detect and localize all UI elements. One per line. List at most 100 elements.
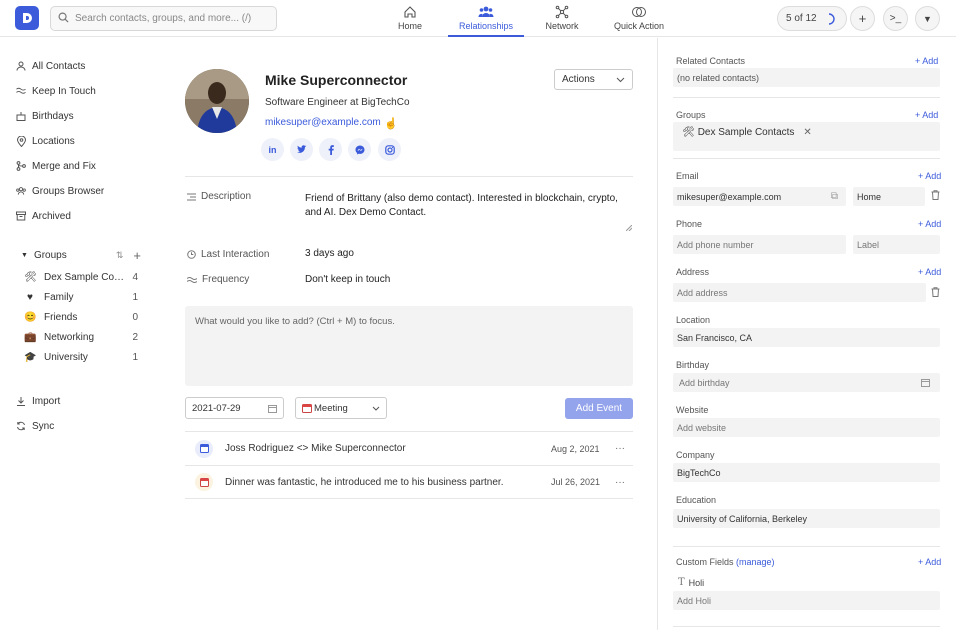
sidebar-item-locations[interactable]: Locations [16,131,75,151]
map-pin-icon [16,135,26,147]
add-group-icon[interactable]: + [133,248,141,263]
add-event-button[interactable]: Add Event [565,398,633,419]
resize-handle-icon[interactable] [626,225,632,231]
custom-fields-title: Custom Fields [676,557,734,567]
trash-icon[interactable] [931,190,940,203]
nav-home[interactable]: Home [390,5,430,37]
sidebar-item-label: All Contacts [32,60,86,72]
sidebar-item-archived[interactable]: Archived [16,206,71,226]
sidebar-item-all-contacts[interactable]: All Contacts [16,56,85,76]
related-contacts-label: Related Contacts [676,56,746,66]
groups-title: Groups [33,249,67,261]
calendar-icon [268,404,277,413]
event-row[interactable]: Dinner was fantastic, he introduced me t… [185,465,633,499]
copy-icon[interactable]: ⧉ [831,191,838,202]
group-item[interactable]: ♥ Family 1 [24,288,138,306]
instagram-icon[interactable] [378,138,401,161]
phone-label-input[interactable]: Label [853,235,940,254]
groups-field[interactable]: 🛠 Dex Sample Contacts ✕ [673,122,940,151]
contact-name[interactable]: Mike Superconnector [265,72,407,88]
divider [185,176,633,177]
frequency-value[interactable]: Don't keep in touch [305,274,390,285]
search-box[interactable] [50,6,277,31]
groups-label: Groups [676,110,706,120]
sidebar-item-merge-and-fix[interactable]: Merge and Fix [16,156,96,176]
group-item[interactable]: 🛠 Dex Sample Cont... 4 [24,268,138,286]
location-label: Location [676,315,711,325]
briefcase-icon: 💼 [24,331,37,343]
sidebar-item-birthdays[interactable]: Birthdays [16,106,74,126]
sidebar-item-sync[interactable]: Sync [16,416,54,436]
menu-button[interactable]: ▼ [915,6,940,31]
event-type-select[interactable]: Meeting [295,397,387,419]
email-label: Email [676,171,699,181]
email-type-input[interactable]: Home [853,187,925,206]
custom-field-holi-input[interactable]: Add Holi [673,591,940,610]
more-options-icon[interactable]: ··· [607,477,633,488]
add-email-button[interactable]: + Add [918,171,941,181]
command-button[interactable]: >_ [883,6,908,31]
facebook-icon[interactable] [319,138,342,161]
website-input[interactable]: Add website [673,418,940,437]
birthday-input[interactable]: Add birthday [673,373,940,392]
last-interaction-value[interactable]: 3 days ago [305,248,354,259]
actions-dropdown[interactable]: Actions [554,69,633,90]
contact-title[interactable]: Software Engineer at BigTechCo [265,97,410,108]
location-input[interactable]: San Francisco, CA [673,328,940,347]
group-chip[interactable]: 🛠 Dex Sample Contacts ✕ [677,127,812,138]
terminal-icon: >_ [889,13,902,24]
nav-relationships[interactable]: Relationships [448,5,524,37]
more-options-icon[interactable]: ··· [607,443,633,454]
group-item[interactable]: 😊 Friends 0 [24,308,138,326]
add-phone-button[interactable]: + Add [918,219,941,229]
nav-network[interactable]: Network [540,5,584,37]
event-row[interactable]: Joss Rodriguez <> Mike Superconnector Au… [185,431,633,465]
cake-icon [16,111,26,121]
divider [673,626,940,627]
event-date-value: 2021-07-29 [192,402,241,414]
sidebar-item-import[interactable]: Import [16,391,60,411]
sidebar-item-label: Keep In Touch [32,85,96,97]
nav-home-label: Home [397,21,422,31]
add-address-button[interactable]: + Add [918,267,941,277]
manage-custom-fields-link[interactable]: (manage) [736,557,775,567]
text-align-icon [187,193,196,200]
trash-icon[interactable] [931,287,940,300]
birthday-label: Birthday [676,360,710,370]
messenger-icon[interactable] [348,138,371,161]
sidebar-item-groups-browser[interactable]: Groups Browser [16,181,104,201]
event-date-input[interactable]: 2021-07-29 [185,397,284,419]
sidebar-item-keep-in-touch[interactable]: Keep In Touch [16,81,96,101]
company-input[interactable]: BigTechCo [673,463,940,482]
google-calendar-icon [195,439,213,458]
contact-email-link[interactable]: mikesuper@example.com [265,117,381,128]
add-related-contact-button[interactable]: + Add [915,56,938,66]
group-item[interactable]: 🎓 University 1 [24,348,138,366]
sidebar-item-label: Import [32,395,61,407]
custom-fields-label: Custom Fields (manage) [676,557,775,567]
twitter-icon[interactable] [290,138,313,161]
search-input[interactable] [75,13,265,24]
loading-spinner-icon [828,12,835,25]
add-contact-button[interactable]: + [850,6,875,31]
avatar[interactable] [185,69,249,133]
note-composer[interactable]: What would you like to add? (Ctrl + M) t… [185,306,633,386]
chevron-down-icon [372,406,380,411]
close-icon[interactable]: ✕ [803,127,811,138]
dex-logo[interactable] [15,6,39,30]
add-group-button[interactable]: + Add [915,110,938,120]
top-bar: Home Relationships Network Quick Action … [0,0,956,37]
email-input[interactable]: mikesuper@example.com ⧉ [673,187,846,206]
add-custom-field-button[interactable]: + Add [918,557,941,567]
phone-input[interactable]: Add phone number [673,235,846,254]
address-input[interactable]: Add address [673,283,926,302]
nav-quick-action[interactable]: Quick Action [610,5,668,37]
group-item[interactable]: 💼 Networking 2 [24,328,138,346]
description-label: Description [187,191,251,202]
description-field[interactable]: Friend of Brittany (also demo contact). … [303,191,633,232]
sort-icon[interactable]: ⇅ [116,250,124,261]
education-input[interactable]: University of California, Berkeley [673,509,940,528]
contact-pager[interactable]: 5 of 12 [777,6,847,31]
linkedin-icon[interactable]: in [261,138,284,161]
caret-down-icon[interactable]: ▼ [21,252,28,259]
